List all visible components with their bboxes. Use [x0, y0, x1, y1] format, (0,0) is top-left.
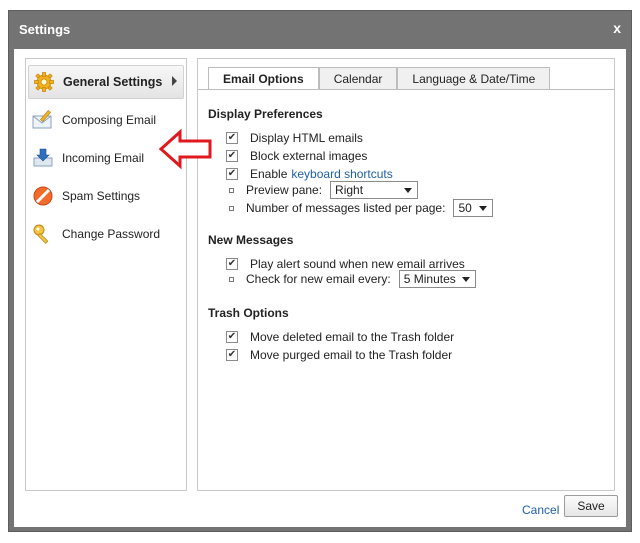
tab-email-options[interactable]: Email Options	[208, 67, 319, 90]
sidebar-item-spam-settings[interactable]: Spam Settings	[28, 179, 184, 213]
section-title-trash-options: Trash Options	[208, 306, 289, 320]
preview-pane-label: Preview pane:	[246, 183, 323, 197]
keyboard-shortcuts-checkbox[interactable]: ✔	[226, 168, 238, 180]
section-title-new-messages: New Messages	[208, 233, 294, 247]
move-purged-checkbox[interactable]: ✔	[226, 349, 238, 361]
dialog-title: Settings	[19, 22, 71, 37]
tab-language-date-time[interactable]: Language & Date/Time	[397, 67, 551, 89]
display-html-checkbox[interactable]: ✔	[226, 132, 238, 144]
gear-icon	[33, 71, 55, 93]
move-purged-row: ✔ Move purged email to the Trash folder	[226, 347, 452, 363]
block-images-row: ✔ Block external images	[226, 148, 367, 164]
sidebar-item-general-settings[interactable]: General Settings	[28, 65, 184, 99]
move-deleted-label: Move deleted email to the Trash folder	[250, 330, 455, 344]
keyboard-shortcuts-link[interactable]: keyboard shortcuts	[291, 167, 392, 181]
tab-calendar[interactable]: Calendar	[318, 67, 398, 89]
sidebar-item-label: Composing Email	[62, 113, 157, 127]
bullet-icon	[229, 187, 234, 193]
sidebar-item-change-password[interactable]: Change Password	[28, 217, 184, 251]
sidebar-item-label: Spam Settings	[62, 189, 141, 203]
settings-dialog: Settings x General Settings Composing Em…	[8, 10, 632, 532]
section-title-display-preferences: Display Preferences	[208, 107, 323, 121]
block-images-label: Block external images	[250, 149, 368, 163]
check-every-row: Check for new email every: 5 Minutes	[226, 270, 476, 288]
check-every-label: Check for new email every:	[246, 272, 391, 286]
check-every-select[interactable]: 5 Minutes	[398, 270, 476, 288]
settings-tabs: Email Options Calendar Language & Date/T…	[208, 67, 551, 90]
bullet-icon	[229, 276, 234, 282]
preview-pane-row: Preview pane: Right	[226, 181, 419, 199]
keyboard-shortcuts-label: Enable	[250, 167, 288, 181]
chevron-down-icon	[479, 206, 488, 211]
sidebar-item-label: Incoming Email	[62, 151, 145, 165]
annotation-arrow-icon	[158, 128, 214, 173]
messages-per-page-select[interactable]: 50	[453, 199, 494, 217]
move-deleted-checkbox[interactable]: ✔	[226, 331, 238, 343]
display-html-row: ✔ Display HTML emails	[226, 130, 363, 146]
messages-per-page-label: Number of messages listed per page:	[246, 201, 446, 215]
settings-content-panel: Email Options Calendar Language & Date/T…	[197, 58, 615, 491]
preview-pane-value: Right	[335, 183, 364, 197]
check-every-value: 5 Minutes	[403, 272, 456, 286]
close-button[interactable]: x	[613, 20, 621, 36]
chevron-right-icon	[172, 76, 177, 86]
chevron-down-icon	[461, 277, 470, 282]
inbox-download-icon	[32, 147, 54, 169]
keyboard-shortcuts-row: ✔ Enable keyboard shortcuts	[226, 166, 393, 182]
dialog-body: General Settings Composing Email Incomin…	[14, 49, 626, 527]
envelope-pencil-icon	[32, 109, 54, 131]
dialog-titlebar: Settings x	[9, 11, 631, 49]
settings-sidebar: General Settings Composing Email Incomin…	[25, 58, 187, 491]
tab-divider	[198, 89, 614, 90]
display-html-label: Display HTML emails	[250, 131, 363, 145]
messages-per-page-row: Number of messages listed per page: 50	[226, 199, 494, 217]
save-button[interactable]: Save	[564, 495, 618, 517]
move-deleted-row: ✔ Move deleted email to the Trash folder	[226, 329, 454, 345]
cancel-link[interactable]: Cancel	[522, 503, 559, 517]
block-images-checkbox[interactable]: ✔	[226, 150, 238, 162]
bullet-icon	[229, 205, 234, 211]
preview-pane-select[interactable]: Right	[330, 181, 419, 199]
no-entry-icon	[32, 185, 54, 207]
chevron-down-icon	[404, 188, 413, 193]
move-purged-label: Move purged email to the Trash folder	[250, 348, 453, 362]
key-icon	[32, 223, 54, 245]
sidebar-item-label: Change Password	[62, 227, 161, 241]
sidebar-item-label: General Settings	[63, 75, 163, 89]
alert-sound-checkbox[interactable]: ✔	[226, 258, 238, 270]
messages-per-page-value: 50	[458, 201, 472, 215]
alert-sound-label: Play alert sound when new email arrives	[250, 257, 465, 271]
